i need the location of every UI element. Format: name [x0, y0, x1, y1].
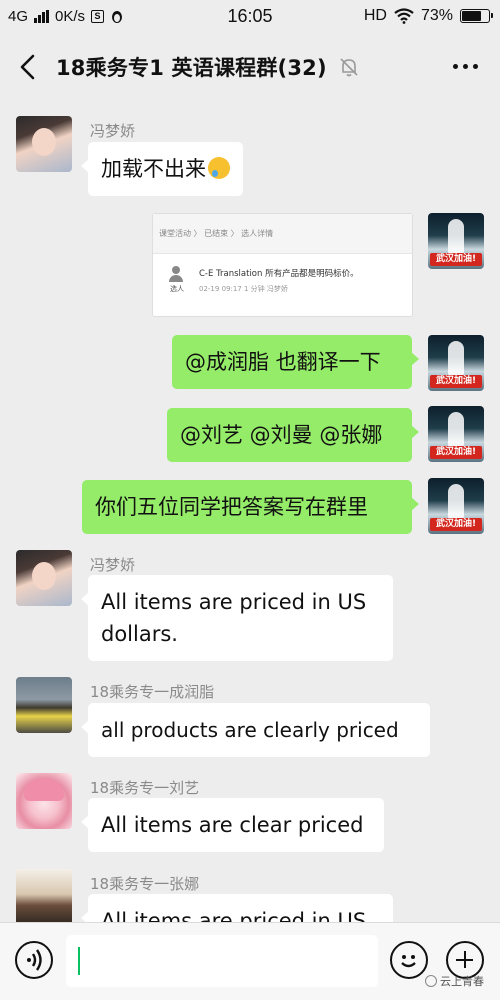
chat-messages: 冯梦娇 加载不出来 课堂活动 〉 已结束 〉 选人详情 选人 C-E Trans… [0, 100, 500, 922]
message-bubble[interactable]: all products are clearly priced [81, 703, 430, 757]
watermark: 云上青春 [425, 973, 484, 989]
message-text: all products are clearly priced [101, 718, 399, 742]
message-text: @成润脂 也翻译一下 [185, 350, 381, 374]
avatar-badge: 武汉加油! [430, 253, 482, 266]
message-text: @刘艺 @刘曼 @张娜 [180, 423, 383, 447]
avatar-liuyi[interactable] [16, 773, 72, 829]
avatar-chengrunzhi[interactable] [16, 677, 72, 733]
avatar-badge: 武汉加油! [430, 446, 482, 459]
avatar-me[interactable]: 武汉加油! [428, 335, 484, 391]
avatar-badge: 武汉加油! [430, 518, 482, 531]
smiley-face-icon [401, 955, 416, 968]
screenshot-label: 选人 [170, 285, 184, 293]
hd-label: HD [363, 7, 387, 24]
chat-header: 18乘务专1 英语课程群(32) [0, 34, 500, 100]
message-input[interactable] [66, 935, 378, 987]
message-bubble[interactable]: All items are clear priced [81, 798, 384, 852]
sender-name: 18乘务专一成润脂 [90, 683, 215, 701]
screenshot-text: C-E Translation 所有产品都是明码标价。 [199, 269, 359, 279]
battery-icon [460, 9, 493, 23]
message-text: All items are priced in US [101, 909, 367, 922]
message-bubble[interactable]: 加载不出来 [81, 142, 243, 196]
message-bubble[interactable]: All items are priced in US [81, 894, 393, 922]
message-bubble[interactable]: @刘艺 @刘曼 @张娜 [167, 408, 419, 462]
message-text-line: All items are priced in US [101, 590, 367, 614]
input-bar: 云上青春 [0, 922, 500, 1000]
more-icon[interactable] [453, 64, 478, 69]
watermark-text: 云上青春 [440, 975, 484, 988]
battery-fill [462, 11, 481, 21]
avatar-badge: 武汉加油! [430, 375, 482, 388]
message-bubble[interactable]: 你们五位同学把答案写在群里 [82, 480, 419, 534]
avatar-fengmengjiao[interactable] [16, 116, 72, 172]
avatar-fengmengjiao[interactable] [16, 550, 72, 606]
sender-name: 18乘务专一刘艺 [90, 779, 200, 797]
message-text: 你们五位同学把答案写在群里 [95, 495, 368, 519]
sender-name: 18乘务专一张娜 [90, 875, 200, 893]
person-icon [169, 266, 183, 282]
screenshot-image-message[interactable]: 课堂活动 〉 已结束 〉 选人详情 选人 C-E Translation 所有产… [152, 213, 413, 317]
message-text-line: dollars. [101, 622, 178, 646]
message-bubble[interactable]: @成润脂 也翻译一下 [172, 335, 419, 389]
screenshot-meta: 02-19 09:17 1 分钟 冯梦娇 [199, 285, 288, 293]
status-right: HD 73% [363, 7, 493, 25]
status-bar: 4G 0K/s S 16:05 HD 73% [0, 0, 500, 34]
avatar-me[interactable]: 武汉加油! [428, 213, 484, 269]
avatar-me[interactable]: 武汉加油! [428, 478, 484, 534]
chat-title: 18乘务专1 英语课程群(32) [56, 56, 327, 80]
emoji-icon[interactable] [390, 941, 428, 979]
sender-name: 冯梦娇 [90, 556, 136, 574]
text-cursor [78, 947, 80, 975]
sweat-laugh-emoji-icon [208, 157, 230, 179]
message-text: All items are clear priced [101, 813, 364, 837]
message-bubble[interactable]: All items are priced in US dollars. [81, 575, 393, 661]
sender-name: 冯梦娇 [90, 122, 136, 140]
voice-wave-icon [27, 949, 42, 971]
avatar-me[interactable]: 武汉加油! [428, 406, 484, 462]
avatar-zhangna[interactable] [16, 869, 72, 922]
voice-icon[interactable] [15, 941, 53, 979]
mute-bell-icon [340, 58, 358, 77]
back-arrow-icon[interactable] [16, 52, 42, 82]
screenshot-breadcrumb: 课堂活动 〉 已结束 〉 选人详情 [153, 214, 412, 254]
battery-percent: 73% [420, 7, 453, 24]
message-text: 加载不出来 [101, 157, 206, 181]
wifi-icon [394, 8, 414, 24]
watermark-icon [425, 975, 437, 987]
